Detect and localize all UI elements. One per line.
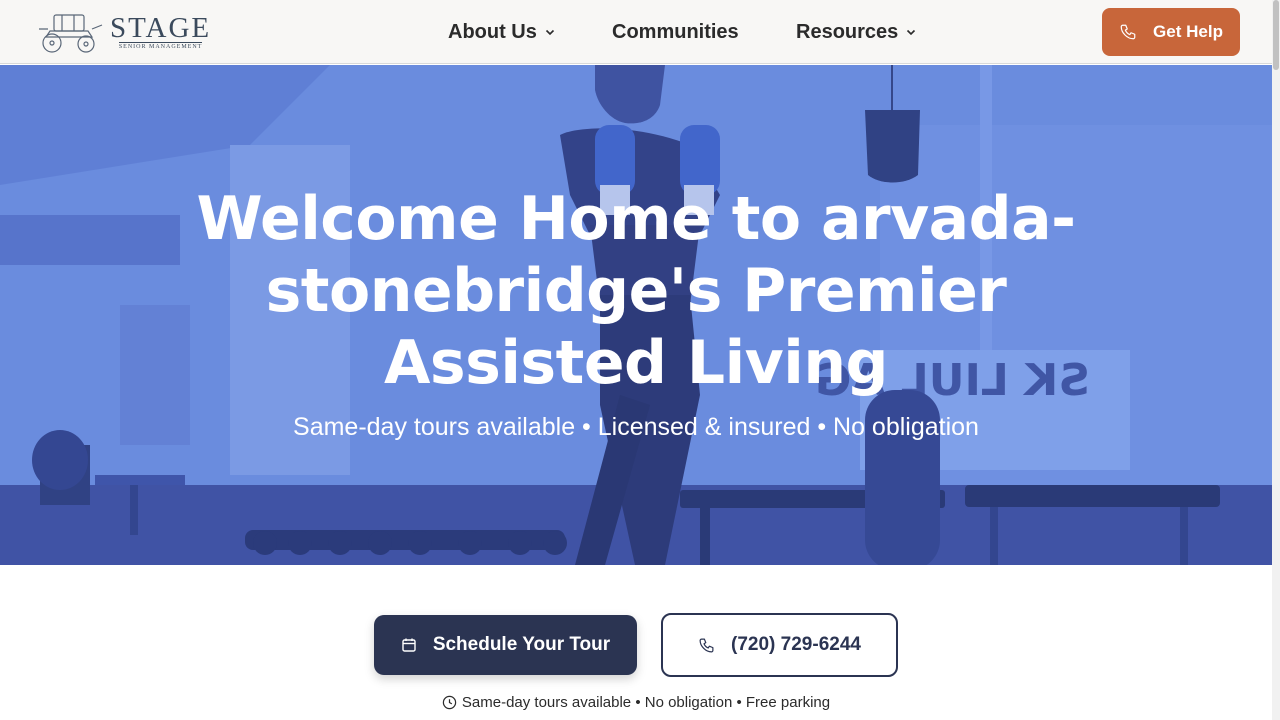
brand-logo[interactable]: STAGE Senior Management bbox=[36, 8, 212, 56]
site-header: STAGE Senior Management About Us Communi… bbox=[0, 0, 1272, 64]
brand-name: STAGE bbox=[110, 12, 212, 44]
schedule-tour-label: Schedule Your Tour bbox=[432, 634, 611, 655]
chevron-down-icon bbox=[907, 29, 916, 36]
nav-about-label: About Us bbox=[448, 20, 537, 43]
scrollbar-thumb[interactable] bbox=[1273, 0, 1279, 70]
chevron-down-icon bbox=[545, 29, 554, 36]
schedule-tour-button[interactable]: Schedule Your Tour bbox=[374, 615, 637, 675]
stagecoach-logo-icon bbox=[39, 14, 103, 53]
tour-note: Same-day tours available • No obligation… bbox=[360, 694, 912, 711]
hero-subtitle: Same-day tours available • Licensed & in… bbox=[293, 413, 979, 441]
calendar-icon bbox=[402, 638, 416, 652]
nav-communities[interactable]: Communities bbox=[612, 18, 739, 46]
call-phone-button[interactable]: (720) 729-6244 bbox=[661, 613, 898, 677]
nav-communities-label: Communities bbox=[612, 20, 739, 43]
clock-icon bbox=[442, 695, 457, 710]
hero-banner: SK LIUL AG Welcome Home to arvada-stoneb… bbox=[0, 65, 1272, 565]
nav-resources-label: Resources bbox=[796, 20, 899, 43]
page-scrollbar[interactable] bbox=[1272, 0, 1280, 720]
get-help-label: Get Help bbox=[1153, 22, 1223, 41]
nav-resources[interactable]: Resources bbox=[796, 18, 916, 46]
tour-note-text: Same-day tours available • No obligation… bbox=[461, 694, 831, 711]
nav-about-us[interactable]: About Us bbox=[448, 18, 555, 46]
brand-tagline: Senior Management bbox=[118, 42, 203, 50]
phone-number-label: (720) 729-6244 bbox=[731, 634, 861, 655]
phone-icon bbox=[699, 638, 714, 652]
hero-title: Welcome Home to arvada-stonebridge's Pre… bbox=[196, 184, 1076, 398]
get-help-button[interactable]: Get Help bbox=[1102, 8, 1240, 56]
phone-icon bbox=[1120, 24, 1136, 40]
